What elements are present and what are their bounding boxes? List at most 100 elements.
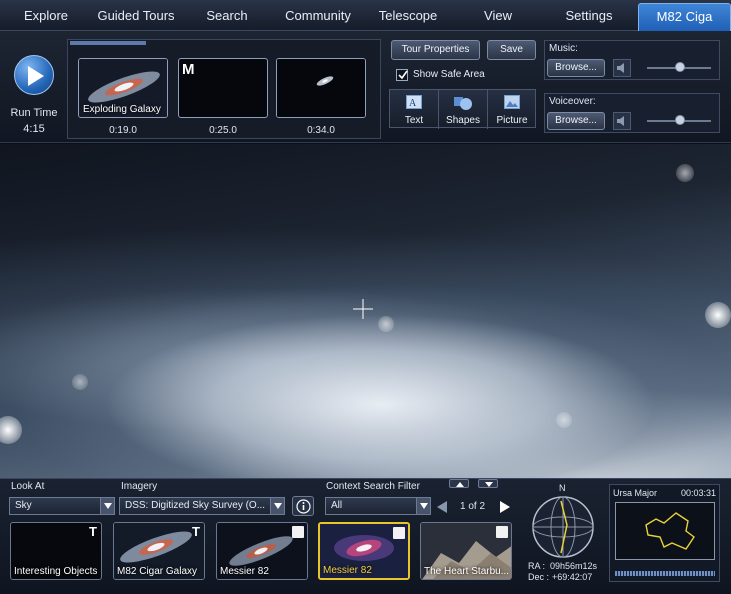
run-time-label: Run Time	[10, 107, 58, 119]
tab-settings[interactable]: Settings	[552, 0, 626, 31]
imagery-dropdown[interactable]: DSS: Digitized Sky Survey (O...	[119, 497, 285, 515]
galaxy-image	[277, 59, 365, 117]
previous-page-icon[interactable]	[437, 501, 447, 513]
voiceover-volume-button[interactable]	[613, 112, 631, 130]
chevron-down-icon	[416, 498, 430, 514]
shapes-tool-label: Shapes	[446, 115, 480, 126]
context-search-label: Context Search Filter	[326, 481, 420, 492]
text-icon: A	[406, 95, 422, 109]
constellation-outline-icon	[645, 512, 695, 550]
tour-badge-icon: T	[192, 524, 200, 539]
checkmark-icon	[398, 70, 408, 80]
explorer-item[interactable]: T Interesting Objects	[10, 522, 102, 580]
crosshair-icon	[353, 299, 373, 319]
voiceover-browse-button[interactable]: Browse...	[547, 112, 605, 130]
text-tool-button[interactable]: A Text	[390, 90, 439, 129]
show-safe-area-checkbox[interactable]	[396, 69, 408, 81]
speaker-icon	[617, 116, 624, 126]
explorer-item-label: Interesting Objects	[14, 566, 98, 577]
tour-editor-bar: Run Time 4:15 Exploding Galaxy 0:19.0 M …	[0, 31, 731, 143]
globe-icon	[532, 496, 594, 558]
play-icon	[28, 66, 44, 86]
sky-view[interactable]	[0, 144, 731, 478]
play-button[interactable]	[14, 55, 54, 95]
voiceover-panel: Voiceover: Browse...	[544, 93, 720, 133]
next-page-icon[interactable]	[500, 501, 510, 513]
text-tool-label: Text	[404, 115, 424, 126]
slide-thumbnail[interactable]: M	[178, 58, 268, 118]
imagery-info-button[interactable]	[292, 496, 314, 516]
timeline-bar[interactable]	[615, 571, 715, 576]
explorer-item-label: Messier 82	[220, 566, 269, 577]
look-at-value: Sky	[15, 500, 32, 511]
imagery-value: DSS: Digitized Sky Survey (O...	[125, 500, 266, 511]
slide-thumbnail[interactable]	[276, 58, 366, 118]
speaker-icon	[617, 63, 624, 73]
tab-current-tour[interactable]: M82 Ciga	[638, 3, 731, 31]
ra-value: 09h56m12s	[550, 561, 598, 571]
tab-community[interactable]: Community	[276, 0, 360, 31]
explorer-item-label: Messier 82	[323, 565, 372, 576]
explorer-item-label: The Heart Starbu...	[424, 566, 510, 577]
tab-search[interactable]: Search	[190, 0, 264, 31]
explorer-item[interactable]: T M82 Cigar Galaxy	[113, 522, 205, 580]
context-filter-value: All	[331, 500, 343, 511]
voiceover-label: Voiceover:	[549, 96, 596, 107]
constellation-name: Ursa Major	[613, 488, 658, 498]
chevron-up-icon	[456, 482, 464, 487]
slide-tools: A Text Shapes Picture	[389, 89, 536, 129]
shapes-icon	[454, 97, 472, 110]
slide-time: 0:19.0	[109, 125, 137, 136]
star	[556, 412, 572, 428]
voiceover-volume-slider[interactable]	[675, 115, 685, 125]
shapes-tool-button[interactable]: Shapes	[439, 90, 488, 129]
compass-north-label: N	[559, 483, 566, 493]
run-time-value: 4:15	[23, 123, 45, 135]
slide-time: 0:34.0	[307, 125, 335, 136]
look-at-dropdown[interactable]: Sky	[9, 497, 115, 515]
music-volume-button[interactable]	[613, 59, 631, 77]
music-volume-slider[interactable]	[675, 62, 685, 72]
constellation-time: 00:03:31	[680, 488, 716, 498]
scroll-up-button[interactable]	[449, 479, 469, 488]
explorer-item-label: M82 Cigar Galaxy	[117, 566, 198, 577]
chevron-down-icon	[100, 498, 114, 514]
top-navigation: Explore Guided Tours Search Community Te…	[0, 0, 731, 31]
slide-strip: Exploding Galaxy 0:19.0 M 0:25.0 0:34.0	[67, 39, 381, 139]
tab-explore[interactable]: Explore	[8, 0, 84, 31]
ra-label: RA :	[528, 561, 546, 571]
chevron-down-icon	[270, 498, 284, 514]
save-button[interactable]: Save	[487, 40, 536, 60]
tour-properties-button[interactable]: Tour Properties	[391, 40, 480, 60]
picture-tool-label: Picture	[496, 115, 528, 126]
dec-label: Dec :	[528, 572, 550, 582]
svg-text:A: A	[409, 98, 417, 109]
star	[705, 302, 731, 328]
star	[378, 316, 394, 332]
page-indicator: 1 of 2	[460, 501, 486, 512]
slide-time: 0:25.0	[209, 125, 237, 136]
context-filter-dropdown[interactable]: All	[325, 497, 431, 515]
slide-caption: Exploding Galaxy	[83, 104, 161, 115]
tab-telescope[interactable]: Telescope	[372, 0, 444, 31]
explorer-item[interactable]: Messier 82	[216, 522, 308, 580]
picture-tool-button[interactable]: Picture	[488, 90, 536, 129]
tab-view[interactable]: View	[462, 0, 534, 31]
slide-thumbnail[interactable]: Exploding Galaxy	[78, 58, 168, 118]
image-badge-icon	[393, 527, 405, 539]
chevron-down-icon	[485, 482, 493, 487]
constellation-map[interactable]	[615, 502, 715, 560]
music-panel: Music: Browse...	[544, 40, 720, 80]
picture-icon	[504, 95, 520, 109]
show-safe-area-label: Show Safe Area	[413, 69, 485, 80]
tour-badge-icon: T	[89, 524, 97, 539]
constellation-panel: Ursa Major 00:03:31	[609, 484, 720, 582]
tour-progress-bar[interactable]	[70, 41, 146, 45]
explorer-item-selected[interactable]: Messier 82	[318, 522, 410, 580]
tab-guided-tours[interactable]: Guided Tours	[92, 0, 180, 31]
scroll-down-button[interactable]	[478, 479, 498, 488]
explorer-item[interactable]: The Heart Starbu...	[420, 522, 512, 580]
music-browse-button[interactable]: Browse...	[547, 59, 605, 77]
music-label: Music:	[549, 43, 578, 54]
look-at-label: Look At	[11, 481, 45, 492]
